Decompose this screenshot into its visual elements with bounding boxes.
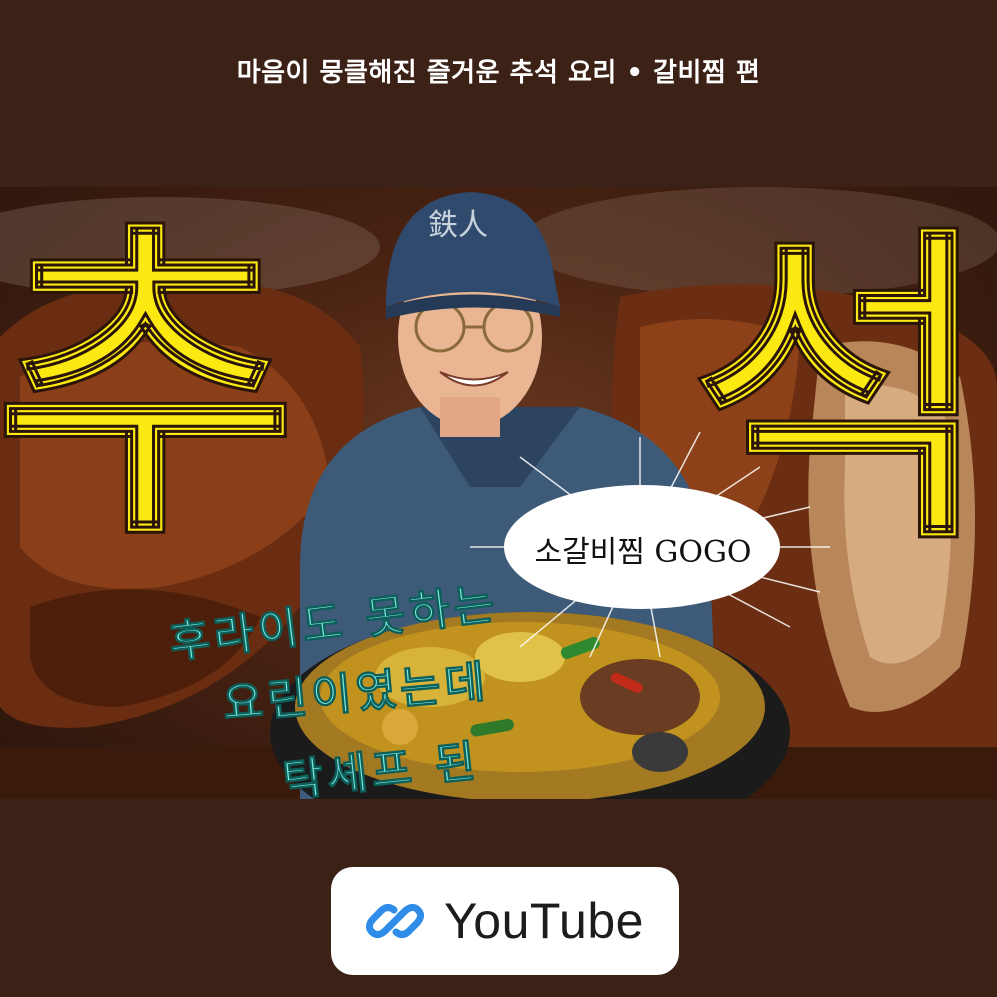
speech-bubble-text: 소갈비찜 GOGO xyxy=(534,535,752,570)
headline-right-char: 석 xyxy=(689,200,996,584)
youtube-label: YouTube xyxy=(444,893,644,949)
page: 마음이 뭉클해진 즐거운 추석 요리 • 갈비찜 편 鉄人 추 석 소갈비찜 G… xyxy=(0,0,997,997)
video-thumbnail[interactable]: 鉄人 추 석 소갈비찜 GOGO 후라이도 못하는 요린이였는데 탁셰프 된 xyxy=(0,187,997,799)
cap-logo: 鉄人 xyxy=(428,208,488,243)
youtube-link-button[interactable]: YouTube xyxy=(331,867,679,975)
top-caption: 마음이 뭉클해진 즐거운 추석 요리 • 갈비찜 편 xyxy=(236,58,761,88)
link-icon xyxy=(366,903,424,939)
headline-left-char: 추 xyxy=(0,195,299,579)
